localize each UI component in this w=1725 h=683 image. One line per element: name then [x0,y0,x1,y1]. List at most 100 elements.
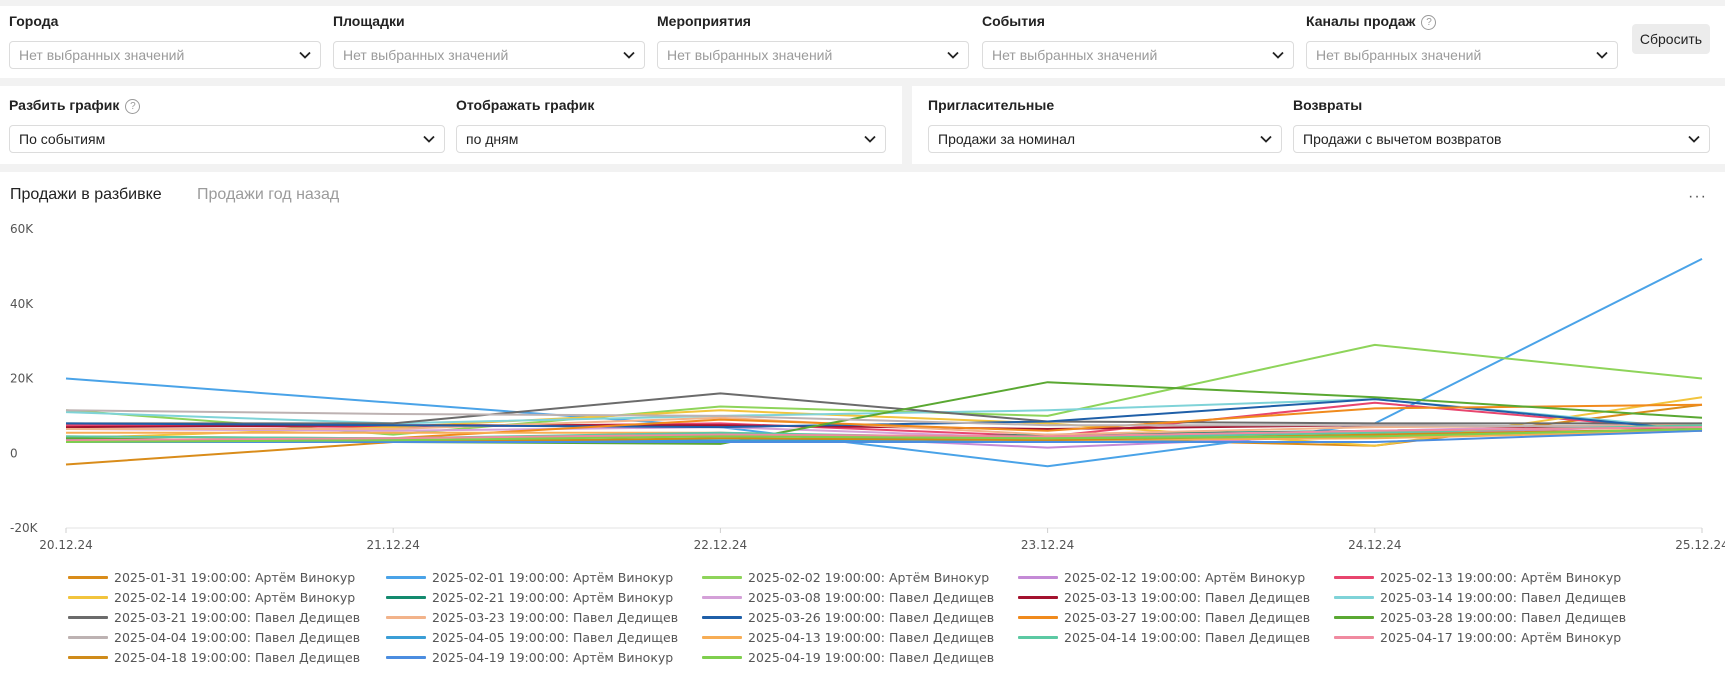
legend-item[interactable]: 2025-02-01 19:00:00: Артём Винокур [386,570,673,586]
legend-label: 2025-04-04 19:00:00: Павел Дедищев [114,630,361,645]
chevron-down-icon [1260,135,1272,143]
legend-label: 2025-02-13 19:00:00: Артём Винокур [1380,570,1622,585]
legend-swatch [386,616,426,619]
legend-swatch [68,596,108,599]
legend-label: 2025-04-17 19:00:00: Артём Винокур [1380,630,1622,645]
legend-swatch [68,656,108,659]
legend-item[interactable]: 2025-02-13 19:00:00: Артём Винокур [1334,570,1621,586]
legend-swatch [68,576,108,579]
legend-item[interactable]: 2025-04-17 19:00:00: Артём Винокур [1334,630,1621,646]
split-chart-label: Разбить график? [9,97,141,114]
legend-label: 2025-04-19 19:00:00: Павел Дедищев [748,650,995,665]
legend-label: 2025-03-23 19:00:00: Павел Дедищев [432,610,679,625]
legend-swatch [386,636,426,639]
legend-item[interactable]: 2025-02-12 19:00:00: Артём Винокур [1018,570,1305,586]
legend-label: 2025-02-12 19:00:00: Артём Винокур [1064,570,1306,585]
legend-item[interactable]: 2025-04-19 19:00:00: Артём Винокур [386,650,673,666]
display-chart-select[interactable]: по дням [456,125,886,153]
chevron-down-icon [423,135,435,143]
legend-swatch [1334,636,1374,639]
invites-select[interactable]: Продажи за номинал [928,125,1282,153]
filter-select[interactable]: Нет выбранных значений [9,41,321,69]
legend-item[interactable]: 2025-03-23 19:00:00: Павел Дедищев [386,610,678,626]
legend-label: 2025-04-13 19:00:00: Павел Дедищев [748,630,995,645]
help-icon[interactable]: ? [125,99,141,114]
filter-select[interactable]: Нет выбранных значений [982,41,1294,69]
legend-label: 2025-03-08 19:00:00: Павел Дедищев [748,590,995,605]
legend-label: 2025-03-26 19:00:00: Павел Дедищев [748,610,995,625]
tab-sales-year-ago[interactable]: Продажи год назад [197,186,339,204]
legend-swatch [702,616,742,619]
legend-label: 2025-04-14 19:00:00: Павел Дедищев [1064,630,1311,645]
legend-item[interactable]: 2025-04-04 19:00:00: Павел Дедищев [68,630,360,646]
legend-label: 2025-02-14 19:00:00: Артём Винокур [114,590,356,605]
legend-swatch [386,596,426,599]
chevron-down-icon [1688,135,1700,143]
chevron-down-icon [623,51,635,59]
legend-item[interactable]: 2025-04-18 19:00:00: Павел Дедищев [68,650,360,666]
legend-item[interactable]: 2025-03-13 19:00:00: Павел Дедищев [1018,590,1310,606]
legend-label: 2025-03-14 19:00:00: Павел Дедищев [1380,590,1627,605]
legend-swatch [1018,636,1058,639]
legend-swatch [1018,576,1058,579]
chevron-down-icon [299,51,311,59]
more-menu-button[interactable]: ··· [1688,188,1707,206]
filter-select[interactable]: Нет выбранных значений [657,41,969,69]
legend-label: 2025-02-21 19:00:00: Артём Винокур [432,590,674,605]
legend-item[interactable]: 2025-04-19 19:00:00: Павел Дедищев [702,650,994,666]
legend-swatch [1334,596,1374,599]
invites-label: Пригласительные [928,97,1055,113]
help-icon[interactable]: ? [1421,15,1437,30]
filter-label: События [982,13,1045,29]
legend-item[interactable]: 2025-03-14 19:00:00: Павел Дедищев [1334,590,1626,606]
legend-item[interactable]: 2025-02-21 19:00:00: Артём Винокур [386,590,673,606]
legend-label: 2025-01-31 19:00:00: Артём Винокур [114,570,356,585]
legend-swatch [68,616,108,619]
filter-select[interactable]: Нет выбранных значений [333,41,645,69]
returns-select[interactable]: Продажи с вычетом возвратов [1293,125,1710,153]
legend-swatch [1334,576,1374,579]
legend-item[interactable]: 2025-03-26 19:00:00: Павел Дедищев [702,610,994,626]
legend-swatch [1018,616,1058,619]
legend-swatch [386,576,426,579]
legend-item[interactable]: 2025-04-14 19:00:00: Павел Дедищев [1018,630,1310,646]
filter-select[interactable]: Нет выбранных значений [1306,41,1618,69]
legend-swatch [386,656,426,659]
legend-label: 2025-04-19 19:00:00: Артём Винокур [432,650,674,665]
chevron-down-icon [947,51,959,59]
tab-sales-breakdown[interactable]: Продажи в разбивке [10,186,162,204]
legend-item[interactable]: 2025-01-31 19:00:00: Артём Винокур [68,570,355,586]
legend-swatch [702,576,742,579]
chevron-down-icon [1596,51,1608,59]
legend-item[interactable]: 2025-04-13 19:00:00: Павел Дедищев [702,630,994,646]
legend-item[interactable]: 2025-02-02 19:00:00: Артём Винокур [702,570,989,586]
legend-label: 2025-03-28 19:00:00: Павел Дедищев [1380,610,1627,625]
legend-label: 2025-03-21 19:00:00: Павел Дедищев [114,610,361,625]
legend-item[interactable]: 2025-03-21 19:00:00: Павел Дедищев [68,610,360,626]
legend-item[interactable]: 2025-02-14 19:00:00: Артём Винокур [68,590,355,606]
legend-label: 2025-04-05 19:00:00: Павел Дедищев [432,630,679,645]
chevron-down-icon [864,135,876,143]
returns-label: Возвраты [1293,97,1363,113]
split-chart-select[interactable]: По событиям [9,125,445,153]
legend-swatch [702,596,742,599]
filter-label: Мероприятия [657,13,751,29]
legend-swatch [68,636,108,639]
legend-label: 2025-04-18 19:00:00: Павел Дедищев [114,650,361,665]
legend-label: 2025-03-13 19:00:00: Павел Дедищев [1064,590,1311,605]
filter-label: Города [9,13,59,29]
legend-item[interactable]: 2025-03-28 19:00:00: Павел Дедищев [1334,610,1626,626]
legend-swatch [702,656,742,659]
chevron-down-icon [1272,51,1284,59]
legend-label: 2025-02-01 19:00:00: Артём Винокур [432,570,674,585]
chart-panel [0,172,1725,683]
legend-item[interactable]: 2025-03-08 19:00:00: Павел Дедищев [702,590,994,606]
display-chart-label: Отображать график [456,97,595,113]
legend-item[interactable]: 2025-04-05 19:00:00: Павел Дедищев [386,630,678,646]
legend-swatch [1334,616,1374,619]
legend-swatch [702,636,742,639]
legend-item[interactable]: 2025-03-27 19:00:00: Павел Дедищев [1018,610,1310,626]
filter-label: Каналы продаж? [1306,13,1437,30]
reset-button[interactable]: Сбросить [1632,24,1710,54]
legend-swatch [1018,596,1058,599]
